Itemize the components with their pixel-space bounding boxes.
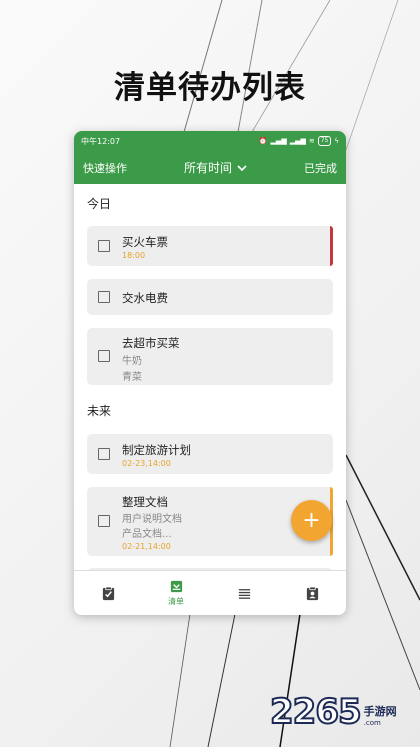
clipboard-check-icon: [102, 586, 114, 600]
bottom-nav: 清单: [74, 570, 346, 615]
task-card[interactable]: 去超市买菜 牛奶 青菜: [87, 328, 333, 385]
clipboard-user-icon: [306, 586, 318, 600]
signal-icon: ▂▄▆: [270, 137, 287, 145]
time-filter-dropdown[interactable]: 所有时间: [184, 159, 247, 176]
task-checkbox[interactable]: [98, 350, 110, 362]
phone-screen: 中午12:07 ⏰ ▂▄▆ ▂▄▆ ≋ 75 ϟ 快速操作 所有时间 已完成 今…: [74, 131, 346, 615]
wifi-icon: ≋: [308, 137, 315, 145]
section-future: 未来: [87, 404, 112, 418]
task-subitem: 用户说明文档: [122, 514, 182, 525]
task-time: 18:00: [122, 251, 146, 260]
watermark-number: 2265: [269, 691, 363, 733]
task-card[interactable]: 制定旅游计划 02-23,14:00: [87, 434, 333, 474]
watermark-en: .com: [363, 719, 381, 727]
nav-list[interactable]: 清单: [142, 571, 210, 615]
nav-list-label: 清单: [168, 597, 184, 606]
task-checkbox[interactable]: [98, 291, 110, 303]
nav-tasks[interactable]: [74, 571, 142, 615]
status-time: 中午12:07: [81, 136, 121, 146]
section-today: 今日: [87, 197, 112, 211]
task-checkbox[interactable]: [98, 448, 110, 460]
task-checkbox[interactable]: [98, 240, 110, 252]
time-filter-label: 所有时间: [183, 161, 232, 175]
task-checkbox[interactable]: [98, 515, 110, 527]
alarm-icon: ⏰: [258, 137, 268, 145]
priority-marker: [330, 226, 333, 266]
task-subitem: 产品文档...: [122, 529, 172, 540]
battery-icon: 75: [317, 136, 332, 146]
toolbar: 快速操作 所有时间 已完成: [74, 151, 346, 184]
task-title: 买火车票: [122, 235, 168, 249]
nav-menu[interactable]: [210, 571, 278, 615]
task-subitem: 牛奶: [122, 356, 142, 367]
task-title: 制定旅游计划: [122, 443, 191, 457]
watermark-cn: 手游网: [363, 705, 397, 718]
task-title: 交水电费: [122, 291, 168, 305]
task-card[interactable]: 买火车票 18:00: [87, 226, 333, 266]
list-lines-icon: [238, 588, 250, 599]
site-watermark: 2265 手游网 .com: [269, 691, 397, 733]
signal-icon-2: ▂▄▆: [289, 137, 306, 145]
inbox-icon: [170, 580, 182, 593]
charging-icon: ϟ: [334, 137, 339, 145]
task-time: 02-23,14:00: [122, 459, 171, 468]
add-task-button[interactable]: +: [291, 500, 332, 541]
headline: 清单待办列表: [114, 70, 306, 106]
task-time: 02-21,14:00: [122, 542, 171, 551]
completed-button[interactable]: 已完成: [304, 160, 337, 176]
nav-profile[interactable]: [278, 571, 346, 615]
task-title: 整理文档: [122, 495, 168, 509]
task-title: 去超市买菜: [122, 336, 180, 350]
app-bar: 中午12:07 ⏰ ▂▄▆ ▂▄▆ ≋ 75 ϟ 快速操作 所有时间 已完成: [74, 131, 346, 184]
task-card[interactable]: 交水电费: [87, 279, 333, 315]
quick-actions-button[interactable]: 快速操作: [83, 160, 127, 176]
task-subitem: 青菜: [122, 372, 142, 383]
chevron-down-icon: [237, 164, 247, 171]
status-bar: 中午12:07 ⏰ ▂▄▆ ▂▄▆ ≋ 75 ϟ: [74, 131, 346, 151]
